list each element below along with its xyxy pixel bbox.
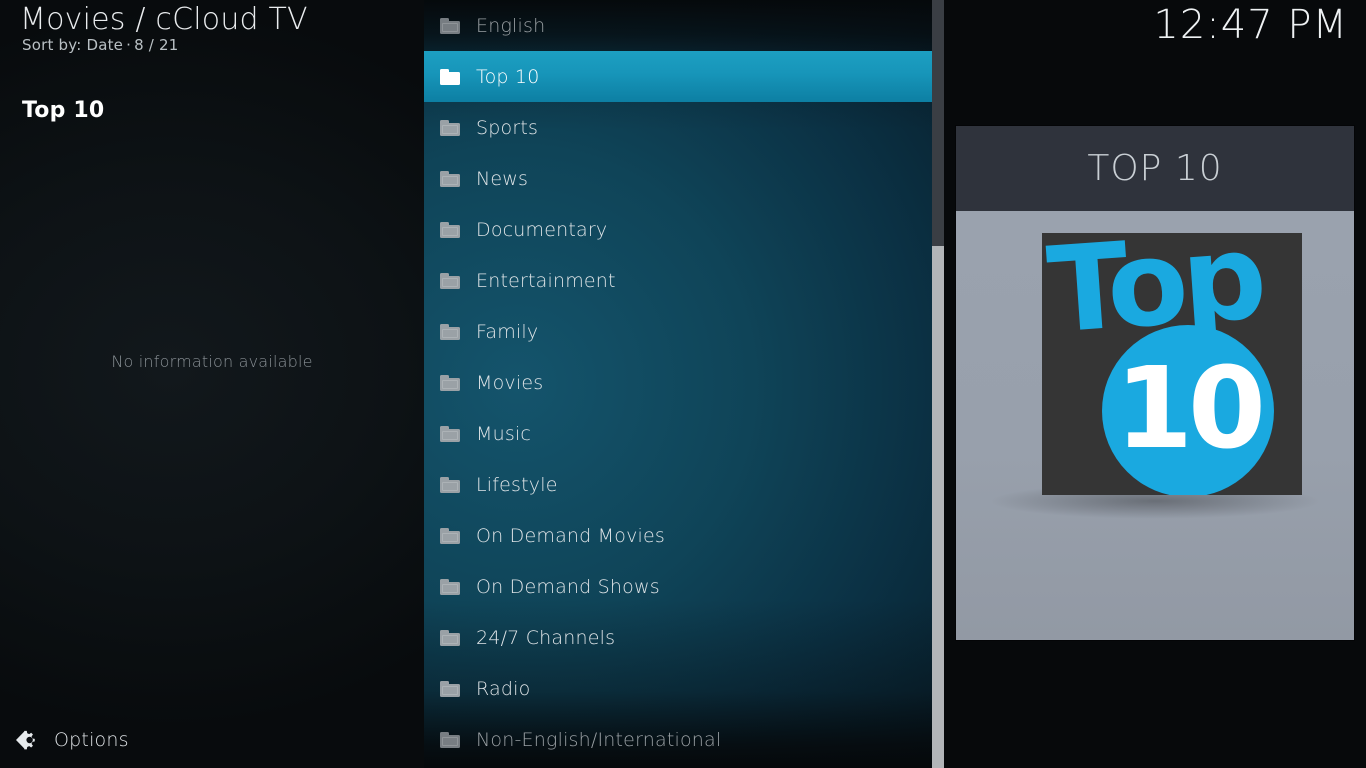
kodi-browser-screen: Movies / cCloud TV Sort by: Date·8 / 21 … <box>0 0 1366 768</box>
logo-number-ten: 10 <box>1115 353 1261 465</box>
folder-icon <box>440 426 460 442</box>
list-item-label: On Demand Shows <box>476 576 660 598</box>
list-item[interactable]: Non-English/International <box>424 714 944 765</box>
list-item-label: Entertainment <box>476 270 616 292</box>
list-item[interactable]: Sports <box>424 102 944 153</box>
thumbnail-header: TOP 10 <box>956 126 1354 211</box>
folder-icon <box>440 732 460 748</box>
list-item-label: Non-English/International <box>476 729 721 751</box>
thumbnail-header-text: TOP 10 <box>1087 148 1222 189</box>
list-scrollbar-track[interactable] <box>932 0 944 768</box>
folder-icon <box>440 273 460 289</box>
list-item-label: Documentary <box>476 219 607 241</box>
list-item-label: Sports <box>476 117 538 139</box>
list-item-label: Lifestyle <box>476 474 558 496</box>
list-item[interactable]: 24/7 Channels <box>424 612 944 663</box>
preview-panel: 12:47 PM TOP 10 Top 10 <box>944 0 1366 768</box>
clock: 12:47 PM <box>1153 2 1348 48</box>
breadcrumb: Movies / cCloud TV <box>20 2 308 37</box>
list-item[interactable]: News <box>424 153 944 204</box>
list-item-label: Music <box>476 423 531 445</box>
list-item-label: Top 10 <box>476 66 539 88</box>
no-information-message: No information available <box>0 352 424 371</box>
page-title: Top 10 <box>22 98 104 123</box>
separator-dot: · <box>123 36 134 54</box>
thumbnail-card: TOP 10 Top 10 <box>956 126 1354 640</box>
folder-icon <box>440 222 460 238</box>
list-scrollbar-thumb[interactable] <box>932 246 944 768</box>
logo-circle: 10 <box>1102 325 1274 495</box>
folder-icon <box>440 477 460 493</box>
list-item-label: On Demand Movies <box>476 525 665 547</box>
folder-icon <box>440 630 460 646</box>
folder-icon <box>440 579 460 595</box>
list-item[interactable]: Movies <box>424 357 944 408</box>
options-label: Options <box>54 729 129 751</box>
list-item[interactable]: Family <box>424 306 944 357</box>
list-item-label: English <box>476 15 545 37</box>
folder-icon <box>440 120 460 136</box>
list-item[interactable]: Entertainment <box>424 255 944 306</box>
options-button[interactable]: Options <box>0 712 424 768</box>
folder-icon <box>440 69 460 85</box>
folder-icon <box>440 528 460 544</box>
info-panel: Movies / cCloud TV Sort by: Date·8 / 21 … <box>0 0 424 768</box>
list-item-label: Family <box>476 321 538 343</box>
folder-icon <box>440 375 460 391</box>
folder-icon <box>440 18 460 34</box>
list-item[interactable]: Music <box>424 408 944 459</box>
list-item[interactable]: Top 10 <box>424 51 944 102</box>
list-item[interactable]: On Demand Shows <box>424 561 944 612</box>
list-item[interactable]: Radio <box>424 663 944 714</box>
list-item-label: News <box>476 168 528 190</box>
list-item[interactable]: Documentary <box>424 204 944 255</box>
sort-and-count-line: Sort by: Date·8 / 21 <box>22 36 179 54</box>
top10-logo: Top 10 <box>1042 233 1302 495</box>
list-item[interactable]: On Demand Movies <box>424 510 944 561</box>
list-item-label: Radio <box>476 678 530 700</box>
options-gear-icon <box>12 727 42 753</box>
folder-icon <box>440 681 460 697</box>
folder-icon <box>440 171 460 187</box>
list-item[interactable]: English <box>424 0 944 51</box>
folder-icon <box>440 324 460 340</box>
list-item-label: 24/7 Channels <box>476 627 615 649</box>
thumbnail-body: Top 10 <box>956 211 1354 640</box>
sort-by-label: Sort by: Date <box>22 36 123 54</box>
list-item[interactable]: Lifestyle <box>424 459 944 510</box>
item-counter: 8 / 21 <box>134 36 178 54</box>
list-item-label: Movies <box>476 372 543 394</box>
folder-list-panel: English Top 10 Sports News Documentary Entert… <box>424 0 944 768</box>
